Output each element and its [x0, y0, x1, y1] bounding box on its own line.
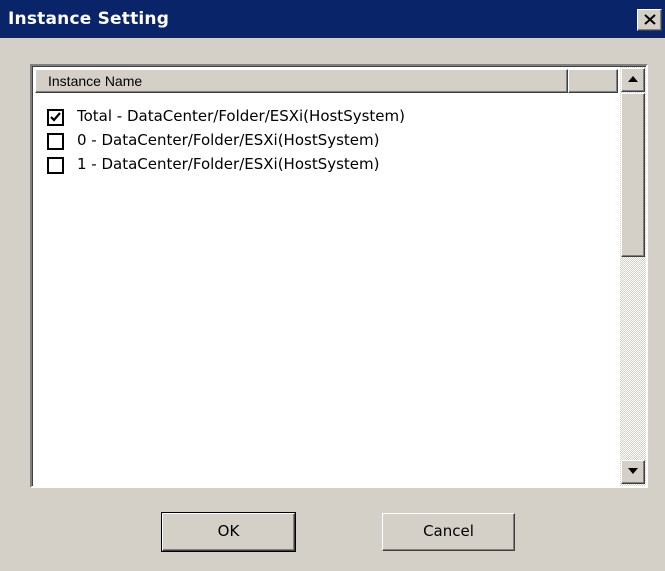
arrow-up-icon: [628, 76, 638, 82]
list-item[interactable]: 0 - DataCenter/Folder/ESXi(HostSystem): [47, 129, 587, 151]
scroll-down-button[interactable]: [621, 460, 645, 484]
instance-checkbox[interactable]: [47, 133, 64, 150]
instance-checkbox[interactable]: [47, 157, 64, 174]
ok-button[interactable]: OK: [161, 512, 296, 552]
instance-list[interactable]: Instance Name Total - DataCenter/Folder/…: [30, 64, 648, 488]
scroll-thumb[interactable]: [621, 93, 645, 257]
list-item[interactable]: Total - DataCenter/Folder/ESXi(HostSyste…: [47, 105, 587, 127]
column-header-label: Instance Name: [48, 73, 143, 89]
cancel-button[interactable]: Cancel: [382, 513, 515, 551]
title-bar[interactable]: Instance Setting: [0, 0, 665, 38]
vertical-scrollbar[interactable]: [620, 67, 646, 486]
instance-label: 0 - DataCenter/Folder/ESXi(HostSystem): [77, 131, 380, 149]
checkmark-icon: [50, 112, 61, 122]
scroll-up-button[interactable]: [621, 68, 645, 92]
instance-setting-dialog: Instance Setting Instance Name Total - D…: [0, 0, 665, 571]
column-header-instance-name[interactable]: Instance Name: [35, 69, 568, 93]
arrow-down-icon: [628, 468, 638, 474]
close-button[interactable]: [637, 9, 662, 31]
instance-checkbox[interactable]: [47, 109, 64, 126]
instance-label: Total - DataCenter/Folder/ESXi(HostSyste…: [77, 107, 405, 125]
window-title: Instance Setting: [8, 9, 170, 29]
column-header-empty: [568, 69, 618, 93]
instance-label: 1 - DataCenter/Folder/ESXi(HostSystem): [77, 155, 380, 173]
close-icon: [644, 14, 656, 25]
list-item[interactable]: 1 - DataCenter/Folder/ESXi(HostSystem): [47, 153, 587, 175]
